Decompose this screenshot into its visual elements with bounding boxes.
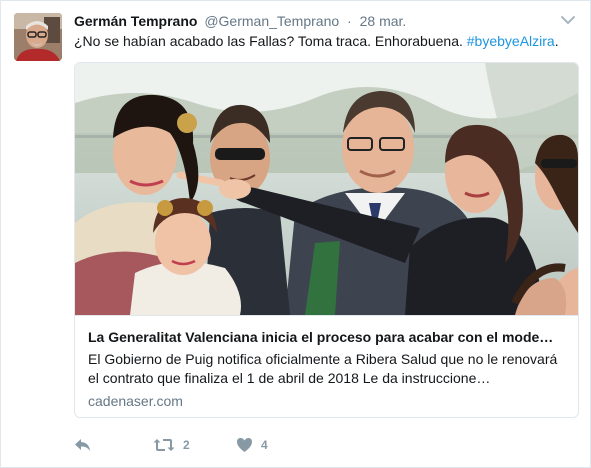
tweet-text: ¿No se habían acabado las Fallas? Toma t… (74, 32, 576, 50)
tweet-text-main: ¿No se habían acabado las Fallas? Toma t… (74, 33, 467, 49)
separator: · (347, 13, 352, 29)
reply-button[interactable] (74, 435, 92, 455)
card-title[interactable]: La Generalitat Valenciana inicia el proc… (88, 328, 566, 346)
tweet[interactable]: Germán Temprano @German_Temprano · 28 ma… (0, 0, 591, 468)
tweet-text-end: . (554, 33, 559, 49)
link-card[interactable]: La Generalitat Valenciana inicia el proc… (74, 62, 579, 418)
card-domain: cadenaser.com (88, 393, 183, 409)
author-name[interactable]: Germán Temprano (74, 13, 197, 29)
like-button[interactable]: 4 (236, 435, 268, 455)
timestamp[interactable]: 28 mar. (360, 13, 407, 29)
like-count: 4 (261, 438, 268, 452)
author-handle[interactable]: @German_Temprano (204, 13, 339, 29)
card-image[interactable] (75, 63, 578, 315)
retweet-button[interactable]: 2 (153, 435, 190, 455)
card-body[interactable]: La Generalitat Valenciana inicia el proc… (75, 315, 578, 417)
card-description: El Gobierno de Puig notifica oficialment… (88, 351, 558, 386)
tweet-header: Germán Temprano @German_Temprano · 28 ma… (74, 12, 576, 30)
heart-icon (237, 438, 252, 452)
reply-icon (75, 439, 90, 451)
avatar[interactable] (14, 13, 62, 61)
avatar-image (14, 13, 62, 61)
chevron-down-icon[interactable] (560, 12, 576, 28)
retweet-count: 2 (183, 438, 190, 452)
retweet-icon (153, 439, 175, 451)
hashtag-link[interactable]: #byebyeAlzira (467, 33, 555, 49)
